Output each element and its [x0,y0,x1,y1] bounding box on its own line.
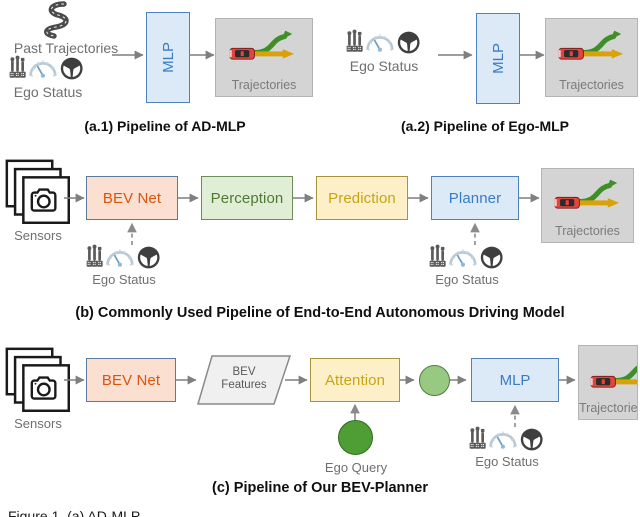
panel-c-caption: (c) Pipeline of Our BEV-Planner [212,480,428,496]
bev-features-label-c: BEV Features [196,366,292,391]
mlp-block-label-a2: MLP [489,43,507,74]
ego-query-circle-c[interactable] [338,420,373,455]
ego-status-icon-a2 [345,28,421,55]
ego-status-icon-a1 [8,54,84,81]
sensors-icon-b [5,159,71,225]
arrow-feature-to-mlp-c [450,375,467,385]
dashed-arrow-egostatus-to-bevnet-b [127,222,137,245]
bev-net-label-c: BEV Net [101,371,161,389]
panel-b-caption: (b) Commonly Used Pipeline of End-to-End… [75,305,565,321]
panel-a2: Ego Status MLP Trajectories (a.2) Pipeli… [330,0,640,140]
ego-status-label-c: Ego Status [475,454,539,469]
mlp-block-label-c: MLP [499,371,531,389]
ego-feature-circle-c[interactable] [419,365,450,396]
trajectories-panel-a1: Trajectories [215,18,313,97]
panel-a1-caption: (a.1) Pipeline of AD-MLP [84,118,246,134]
ego-status-icon-b1 [85,243,161,270]
trajectories-label-b: Trajectories [555,224,620,238]
ego-status-icon-c [468,425,544,452]
sensors-label-c: Sensors [14,416,62,431]
perception-label-b: Perception [210,189,284,207]
figure-caption-line: Figure 1. (a) AD-MLP ... [8,508,156,517]
panel-c: Sensors BEV Net BEV Features Attention E… [0,340,640,517]
dashed-arrow-egostatus-to-mlp-c [510,404,520,427]
panel-a1: Past Trajectories Ego Status MLP Traject… [0,0,330,140]
dashed-arrow-egoquery-to-attention-c [350,403,360,421]
arrow-bevfeatures-to-attention-c [285,375,308,385]
sensors-icon-c [5,347,71,413]
dashed-arrow-egostatus-to-planner-b [470,222,480,245]
perception-block-b[interactable]: Perception [201,176,293,220]
trajectory-visualization-a2 [553,28,629,62]
trajectory-visualization-a1 [224,28,300,62]
mlp-block-label-a1: MLP [159,42,177,73]
trajectories-label-a2: Trajectories [559,78,624,92]
past-trajectory-icon [34,2,102,42]
bev-features-line1: BEV [232,366,256,378]
trajectory-visualization-b [549,177,625,211]
bev-net-block-b[interactable]: BEV Net [86,176,178,220]
mlp-block-a1[interactable]: MLP [146,12,190,103]
trajectories-label-a1: Trajectories [231,78,297,92]
trajectory-visualization-c [585,356,638,390]
trajectories-panel-c: Trajectories [578,345,638,420]
ego-status-label-b1: Ego Status [92,272,156,287]
attention-label-c: Attention [324,371,386,389]
mlp-block-c[interactable]: MLP [471,358,559,402]
ego-status-icon-b2 [428,243,504,270]
arrow-input-to-mlp-a1 [112,50,144,60]
mlp-block-a2[interactable]: MLP [476,13,520,104]
trajectories-panel-a2: Trajectories [545,18,638,97]
panel-a2-caption: (a.2) Pipeline of Ego-MLP [400,118,569,134]
prediction-label-b: Prediction [328,189,396,207]
trajectories-panel-b: Trajectories [541,168,634,243]
ego-status-label-a1: Ego Status [13,84,83,100]
prediction-block-b[interactable]: Prediction [316,176,408,220]
trajectories-label-c: Trajectories [579,401,638,415]
bev-features-line2: Features [221,378,267,391]
arrow-attention-to-feature-c [400,375,415,385]
bev-net-label-b: BEV Net [102,189,162,207]
planner-label-b: Planner [448,189,502,207]
planner-block-b[interactable]: Planner [431,176,519,220]
arrow-input-to-mlp-a2 [438,50,473,60]
past-trajectories-label: Past Trajectories [13,40,119,56]
attention-block-c[interactable]: Attention [310,358,400,402]
sensors-label-b: Sensors [14,228,62,243]
ego-status-label-b2: Ego Status [435,272,499,287]
panel-b: Sensors BEV Net Perception Prediction Pl… [0,150,640,330]
bev-net-block-c[interactable]: BEV Net [86,358,176,402]
ego-status-label-a2: Ego Status [349,58,419,74]
ego-query-label-c: Ego Query [324,460,388,475]
